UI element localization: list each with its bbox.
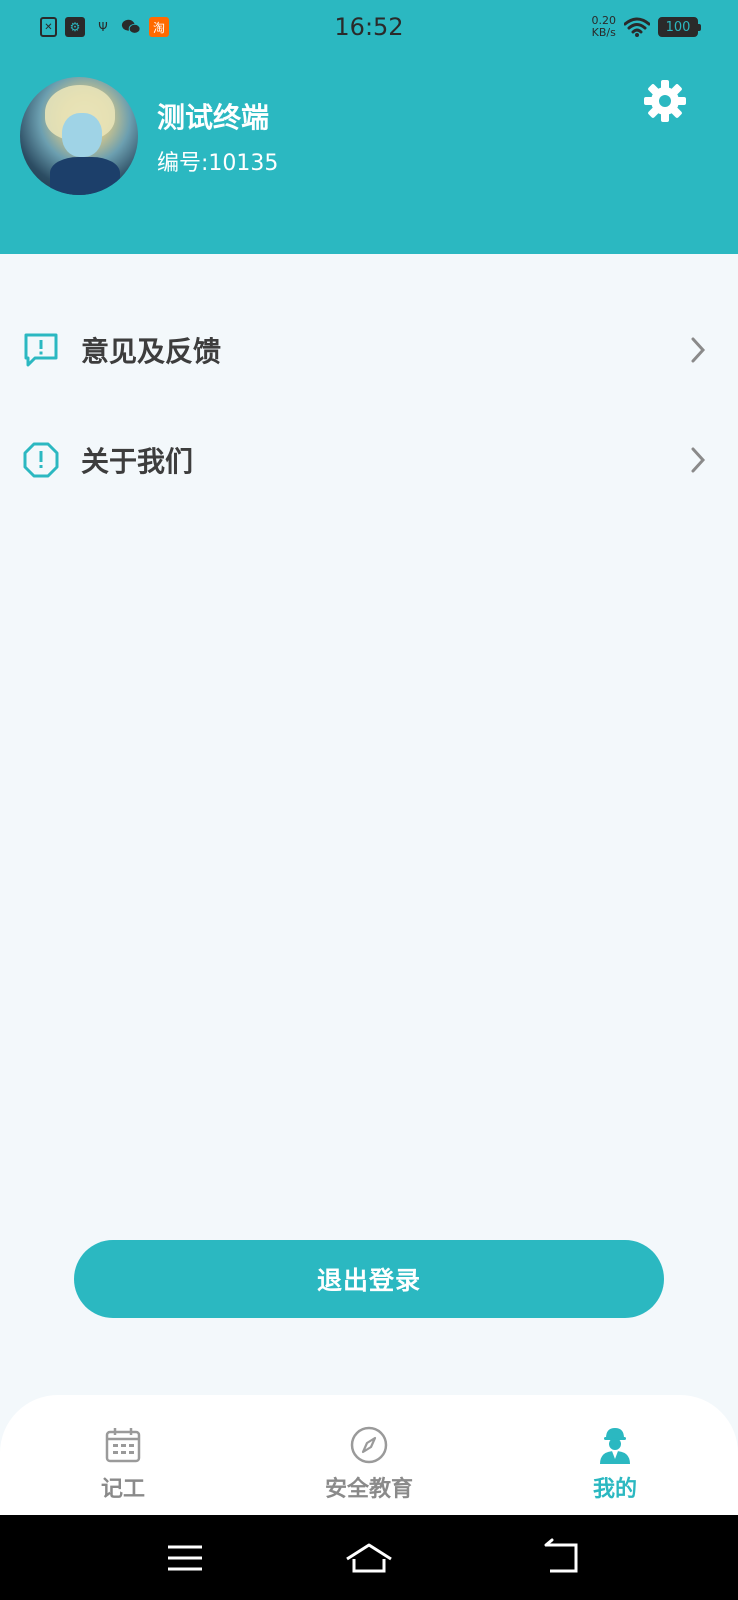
logout-button[interactable]: 退出登录 — [74, 1240, 664, 1318]
status-icons-right: 0.20 KB/s 100 — [592, 15, 701, 39]
back-icon[interactable] — [538, 1537, 588, 1579]
tab-label: 安全教育 — [324, 1477, 413, 1502]
network-speed: 0.20 KB/s — [592, 15, 617, 39]
compass-icon — [350, 1426, 388, 1464]
menu-icon[interactable] — [160, 1537, 210, 1579]
avatar-body — [50, 157, 120, 195]
feedback-icon — [24, 333, 58, 367]
settings-button[interactable] — [642, 78, 688, 124]
chevron-right-icon — [691, 337, 706, 363]
calendar-icon — [105, 1428, 141, 1463]
menu-item-label: 关于我们 — [81, 445, 194, 478]
worker-icon — [600, 1428, 630, 1464]
chevron-right-icon — [691, 447, 706, 473]
bottom-tab-bar: 记工 安全教育 我的 — [0, 1395, 738, 1515]
menu-item-label: 意见及反馈 — [81, 335, 222, 368]
tab-safety-education[interactable]: 安全教育 — [289, 1425, 449, 1505]
menu-item-feedback[interactable]: 意见及反馈 — [0, 305, 738, 395]
user-id: 编号:10135 — [157, 151, 279, 176]
battery-icon: 100 — [658, 17, 701, 37]
avatar-face — [62, 113, 102, 157]
tab-jigong[interactable]: 记工 — [43, 1425, 203, 1505]
system-nav-bar — [0, 1515, 738, 1600]
wifi-icon — [624, 17, 650, 37]
avatar[interactable] — [20, 77, 138, 195]
tab-label: 记工 — [100, 1477, 145, 1502]
network-speed-unit: KB/s — [591, 26, 616, 39]
tab-mine[interactable]: 我的 — [535, 1425, 695, 1505]
status-bar: ✕ ⚙ Ψ 淘 16:52 0.20 KB/s 100 — [0, 0, 738, 58]
username: 测试终端 — [157, 101, 270, 134]
profile-header: ✕ ⚙ Ψ 淘 16:52 0.20 KB/s 100 测试终端 编号:1013… — [0, 0, 738, 254]
menu-item-about[interactable]: 关于我们 — [0, 415, 738, 505]
home-icon[interactable] — [344, 1537, 394, 1579]
about-icon — [23, 442, 59, 478]
gear-icon — [644, 80, 686, 122]
tab-label: 我的 — [592, 1477, 637, 1502]
